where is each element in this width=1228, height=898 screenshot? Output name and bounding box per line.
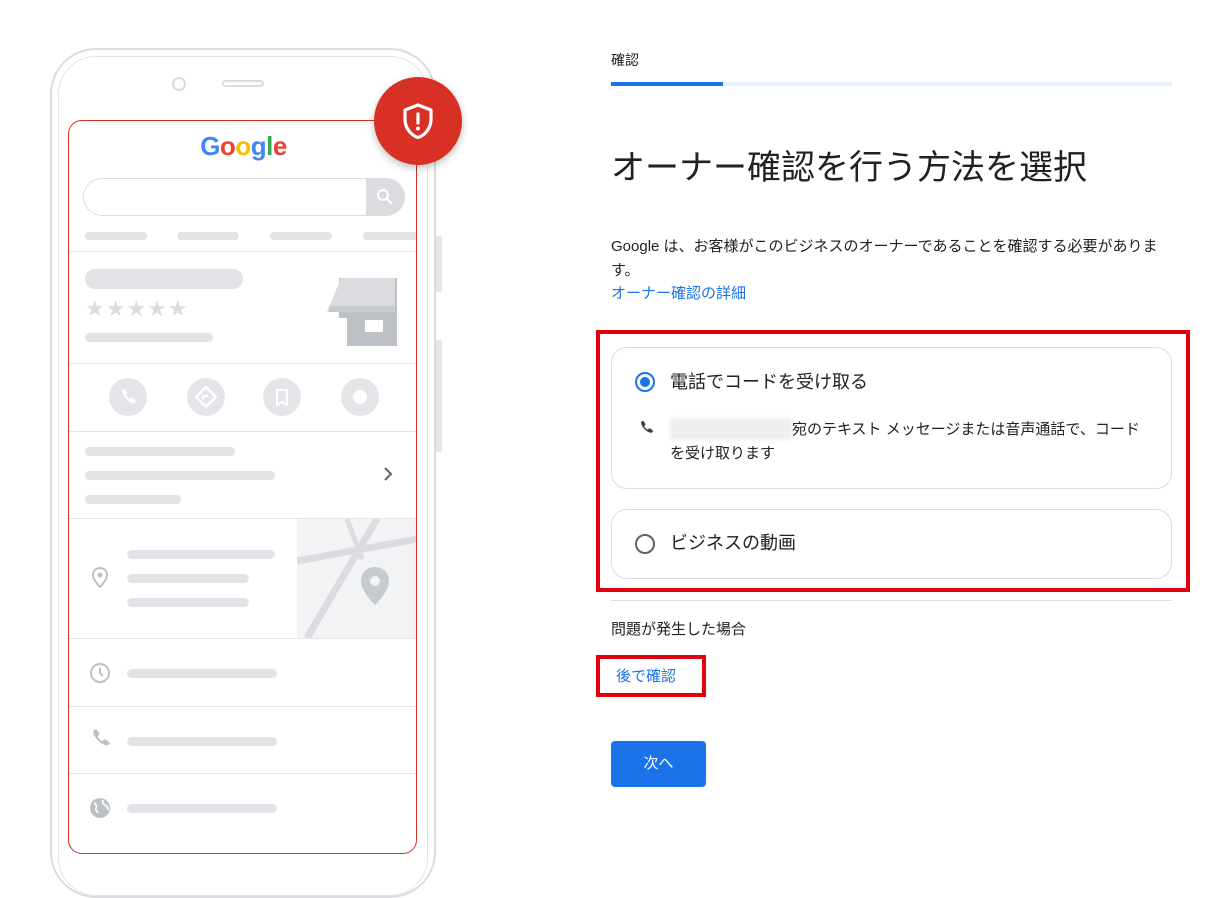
option-business-video-label: ビジネスの動画 [670,533,796,553]
phone-side-button [436,236,442,292]
mock-line [85,333,213,342]
shield-alert-badge [374,77,462,165]
radio-phone-code[interactable] [635,372,655,392]
phone-camera [172,77,186,91]
storefront-icon [327,278,397,346]
next-button[interactable]: 次へ [611,741,706,787]
phone-screen: Google ★★★★★ [68,120,417,854]
mock-line [127,598,249,607]
option-phone-code[interactable]: 電話でコードを受け取る 宛のテキスト メッセージまたは音声通話で、コードを受け取… [611,347,1172,489]
mock-tab [85,232,147,240]
clock-icon [90,663,110,683]
mock-tab [177,232,239,240]
description-text: Google は、お客様がこのビジネスのオーナーであることを確認する必要がありま… [611,238,1158,279]
mock-line [85,447,235,456]
mock-line [127,669,277,678]
location-pin-icon [91,567,109,589]
mock-line [127,804,277,813]
shield-alert-icon [403,103,433,140]
mock-line [85,471,275,480]
mock-title [85,269,243,289]
mock-line [127,550,275,559]
chevron-right-icon [384,467,393,481]
mock-tab [363,232,416,240]
phone-side-button [436,340,442,452]
mock-line [127,574,249,583]
mock-line [85,495,181,504]
mock-search-box [83,178,405,216]
globe-icon [90,798,110,818]
phone-icon [641,420,653,433]
phone-speaker [222,80,264,87]
mock-stars: ★★★★★ [85,296,189,321]
trouble-label: 問題が発生した場合 [611,621,747,638]
verify-later-link[interactable]: 後で確認 [616,666,676,688]
mock-call-circle [109,378,147,416]
mock-line [127,737,277,746]
step-label: 確認 [611,52,639,68]
page-title: オーナー確認を行う方法を選択 [611,149,1087,187]
progress-bar [611,82,1172,86]
option-phone-code-detail: 宛のテキスト メッセージまたは音声通話で、コードを受け取ります [670,421,1140,462]
mock-save-circle [263,378,301,416]
section-divider [611,600,1172,601]
progress-bar-fill [611,82,724,86]
option-business-video[interactable]: ビジネスの動画 [611,509,1172,579]
mock-website-circle [341,378,379,416]
mock-directions-circle [187,378,225,416]
mock-map [297,519,416,638]
phone-icon [93,729,110,746]
search-icon [366,179,404,215]
mock-tab [270,232,332,240]
radio-business-video[interactable] [635,534,655,554]
option-phone-code-label: 電話でコードを受け取る [670,372,868,392]
learn-more-link[interactable]: オーナー確認の詳細 [611,283,746,305]
google-logo: Google [200,131,287,161]
